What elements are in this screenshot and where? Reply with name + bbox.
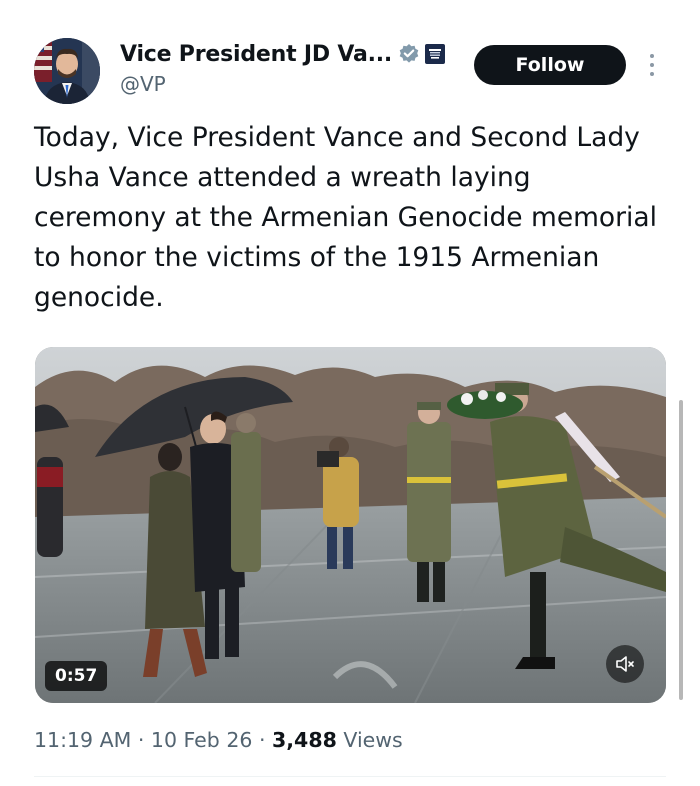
tweet-date[interactable]: 10 Feb 26 [151, 728, 253, 752]
tweet-meta: 11:19 AM · 10 Feb 26 · 3,488 Views [34, 728, 403, 752]
follow-button[interactable]: Follow [474, 45, 626, 85]
views-label: Views [343, 728, 403, 752]
author-handle[interactable]: @VP [120, 72, 166, 96]
scrollbar[interactable] [679, 400, 683, 700]
dot [650, 63, 654, 67]
more-vertical-icon[interactable] [644, 48, 660, 82]
avatar[interactable] [34, 38, 100, 104]
author-name-row: Vice President JD Va... [120, 38, 446, 70]
tweet-header: Vice President JD Va... @VP Follow [0, 0, 700, 110]
dot [650, 54, 654, 58]
profile-photo [34, 38, 100, 104]
views-count[interactable]: 3,488 [272, 728, 337, 752]
display-name[interactable]: Vice President JD Va... [120, 42, 392, 67]
tweet-time[interactable]: 11:19 AM [34, 728, 131, 752]
video-duration: 0:57 [45, 661, 108, 691]
video-frame [35, 347, 666, 703]
government-seal-icon[interactable] [425, 44, 446, 64]
tweet-text: Today, Vice President Vance and Second L… [34, 122, 658, 313]
verified-badge-icon[interactable] [398, 43, 420, 65]
dot [650, 72, 654, 76]
video-player[interactable]: 0:57 [35, 347, 666, 703]
divider [34, 776, 666, 777]
meta-separator: · [137, 728, 145, 752]
speaker-muted-icon[interactable] [606, 645, 644, 683]
meta-separator: · [258, 728, 266, 752]
